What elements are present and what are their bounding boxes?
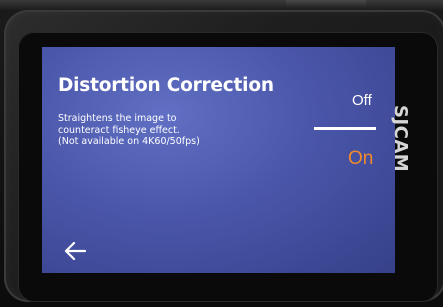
shutter-button bbox=[286, 0, 366, 8]
description-line: counteract fisheye effect. bbox=[58, 124, 180, 136]
setting-title: Distortion Correction bbox=[58, 75, 274, 96]
option-on[interactable]: On bbox=[348, 148, 373, 170]
description-line: (Not available on 4K60/50fps) bbox=[58, 136, 200, 147]
device-top-edge bbox=[0, 0, 443, 10]
brand-logo: SJCAM bbox=[390, 105, 411, 173]
option-off[interactable]: Off bbox=[352, 92, 372, 109]
left-arrow-icon bbox=[64, 241, 87, 261]
description-line: Straightens the image to bbox=[58, 113, 177, 124]
setting-description: Straightens the image to counteract fish… bbox=[58, 113, 258, 148]
lcd-screen: Distortion Correction Straightens the im… bbox=[42, 47, 395, 273]
camera-scene: Distortion Correction Straightens the im… bbox=[0, 0, 443, 307]
option-divider bbox=[314, 127, 376, 130]
back-button[interactable] bbox=[63, 240, 87, 262]
